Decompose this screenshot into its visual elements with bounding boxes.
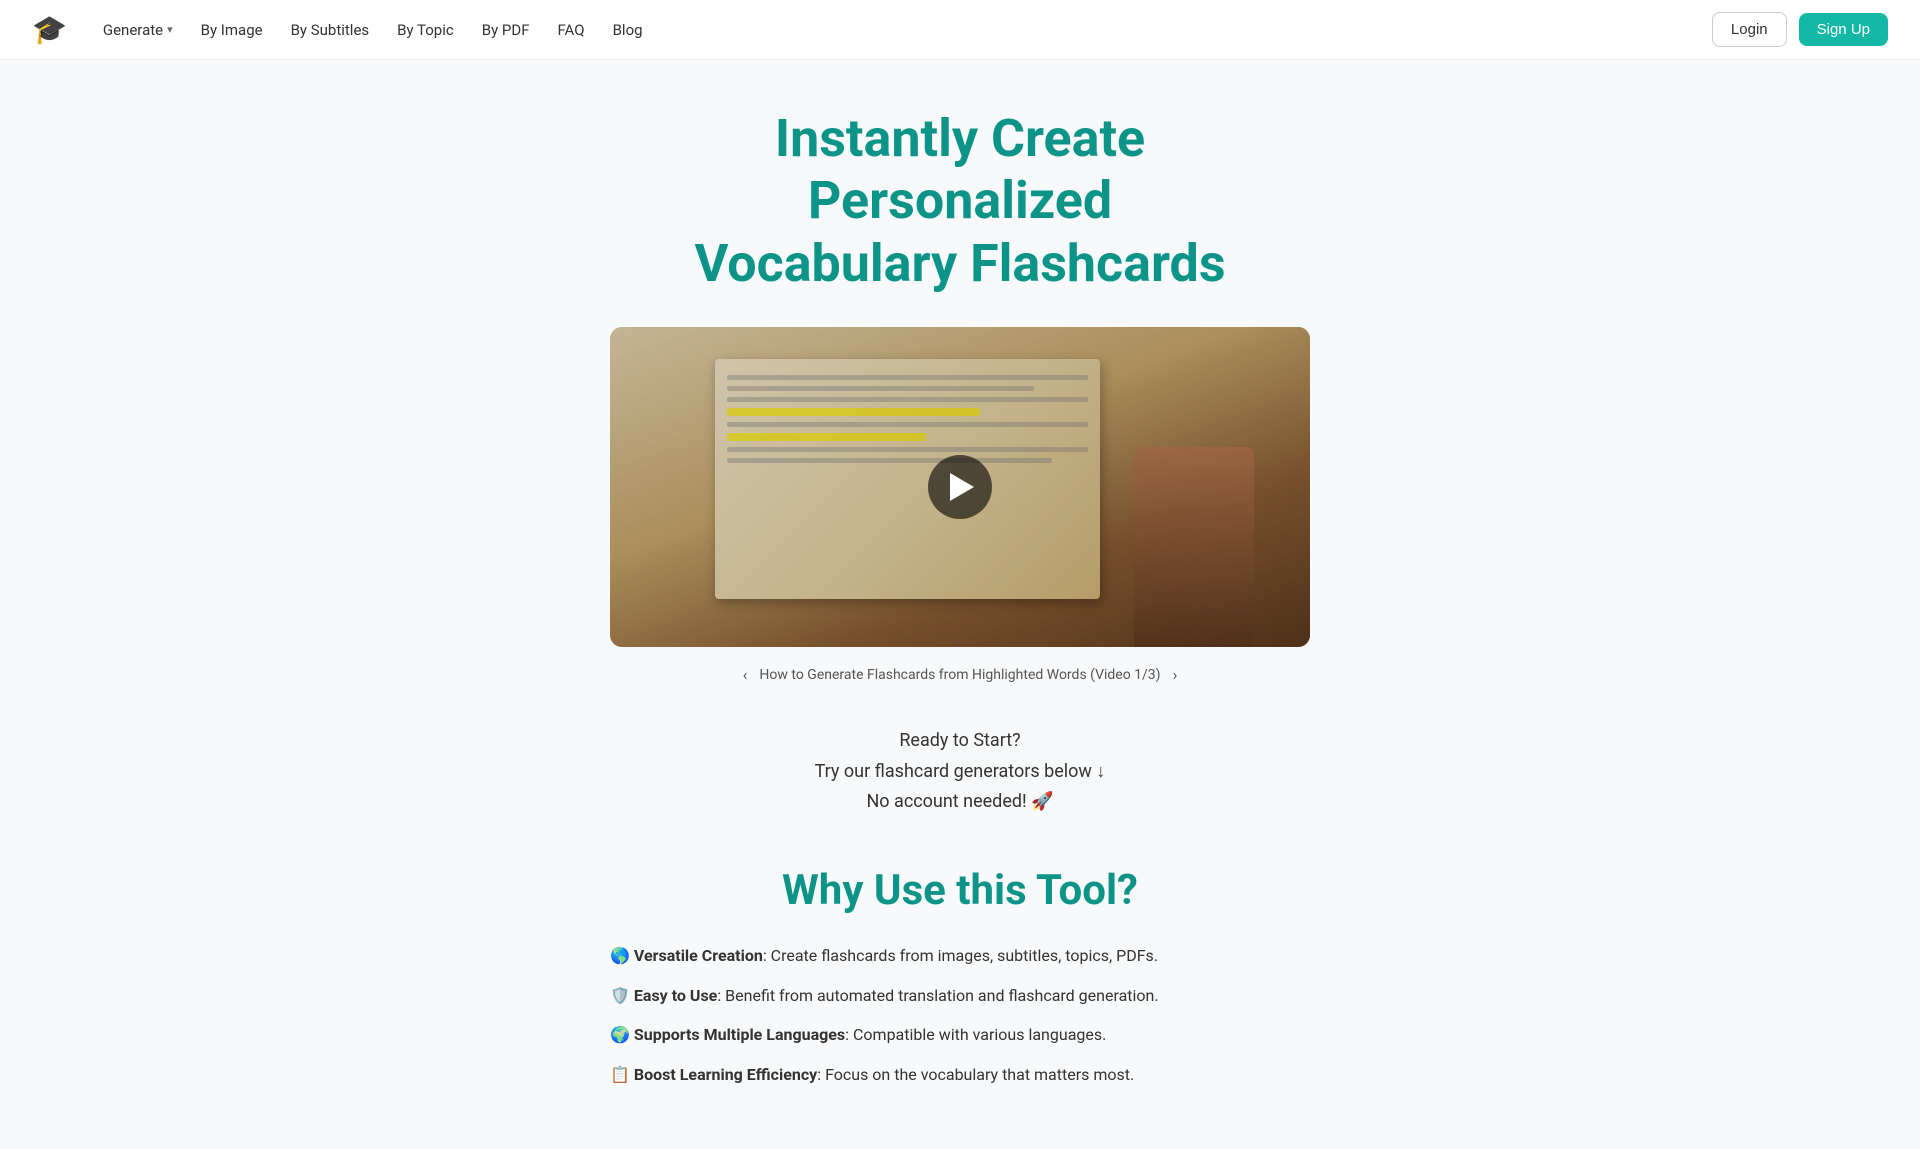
hero-title-line3: Vocabulary Flashcards — [694, 233, 1225, 294]
video-container[interactable] — [610, 327, 1310, 647]
feature-item-3: 📋 Boost Learning Efficiency: Focus on th… — [610, 1062, 1310, 1088]
ready-line1: Ready to Start? — [504, 726, 1416, 757]
feature-desc-2: : Compatible with various languages. — [845, 1025, 1106, 1044]
feature-title-3: Boost Learning Efficiency — [634, 1065, 817, 1084]
video-next-button[interactable]: › — [1169, 663, 1182, 686]
features-list: 🌎 Versatile Creation: Create flashcards … — [610, 943, 1310, 1087]
feature-title-1: Easy to Use — [634, 986, 717, 1005]
play-button-overlay[interactable] — [610, 327, 1310, 647]
chevron-down-icon: ▾ — [167, 23, 173, 36]
why-title: Why Use this Tool? — [504, 866, 1416, 915]
hero-title-line1: Instantly Create — [775, 108, 1145, 169]
feature-title-2: Supports Multiple Languages — [634, 1025, 845, 1044]
ready-section: Ready to Start? Try our flashcard genera… — [504, 726, 1416, 818]
feature-desc-1: : Benefit from automated translation and… — [717, 986, 1158, 1005]
nav-by-image[interactable]: By Image — [189, 13, 275, 47]
hero-title-line2: Personalized — [808, 170, 1112, 231]
nav-by-topic[interactable]: By Topic — [385, 13, 466, 47]
ready-line2: Try our flashcard generators below ↓ — [504, 757, 1416, 788]
video-caption: How to Generate Flashcards from Highligh… — [759, 667, 1160, 683]
login-button[interactable]: Login — [1712, 12, 1787, 47]
video-navigation: ‹ How to Generate Flashcards from Highli… — [504, 663, 1416, 686]
ready-line3: No account needed! 🚀 — [504, 787, 1416, 818]
nav-blog[interactable]: Blog — [601, 13, 655, 47]
logo-link[interactable]: 🎓 — [32, 16, 67, 44]
video-thumbnail[interactable] — [610, 327, 1310, 647]
navbar-actions: Login Sign Up — [1712, 12, 1888, 47]
video-prev-button[interactable]: ‹ — [739, 663, 752, 686]
nav-generate[interactable]: Generate ▾ — [91, 13, 185, 47]
feature-title-0: Versatile Creation — [634, 946, 763, 965]
nav-by-pdf[interactable]: By PDF — [470, 13, 542, 47]
feature-item-1: 🛡️ Easy to Use: Benefit from automated t… — [610, 983, 1310, 1009]
feature-desc-3: : Focus on the vocabulary that matters m… — [817, 1065, 1134, 1084]
feature-emoji-0: 🌎 — [610, 946, 630, 965]
feature-item-2: 🌍 Supports Multiple Languages: Compatibl… — [610, 1022, 1310, 1048]
feature-emoji-1: 🛡️ — [610, 986, 630, 1005]
logo-icon: 🎓 — [32, 16, 67, 44]
feature-item-0: 🌎 Versatile Creation: Create flashcards … — [610, 943, 1310, 969]
feature-desc-0: : Create flashcards from images, subtitl… — [763, 946, 1158, 965]
hero-title: Instantly Create Personalized Vocabulary… — [504, 108, 1416, 295]
nav-faq[interactable]: FAQ — [546, 13, 597, 47]
navbar: 🎓 Generate ▾ By Image By Subtitles By To… — [0, 0, 1920, 60]
signup-button[interactable]: Sign Up — [1799, 13, 1888, 46]
nav-menu: Generate ▾ By Image By Subtitles By Topi… — [91, 13, 1712, 47]
feature-emoji-3: 📋 — [610, 1065, 630, 1084]
play-circle[interactable] — [928, 455, 992, 519]
feature-emoji-2: 🌍 — [610, 1025, 630, 1044]
generate-label: Generate — [103, 21, 163, 39]
nav-by-subtitles[interactable]: By Subtitles — [279, 13, 382, 47]
play-icon — [950, 473, 974, 501]
main-content: Instantly Create Personalized Vocabulary… — [480, 60, 1440, 1149]
